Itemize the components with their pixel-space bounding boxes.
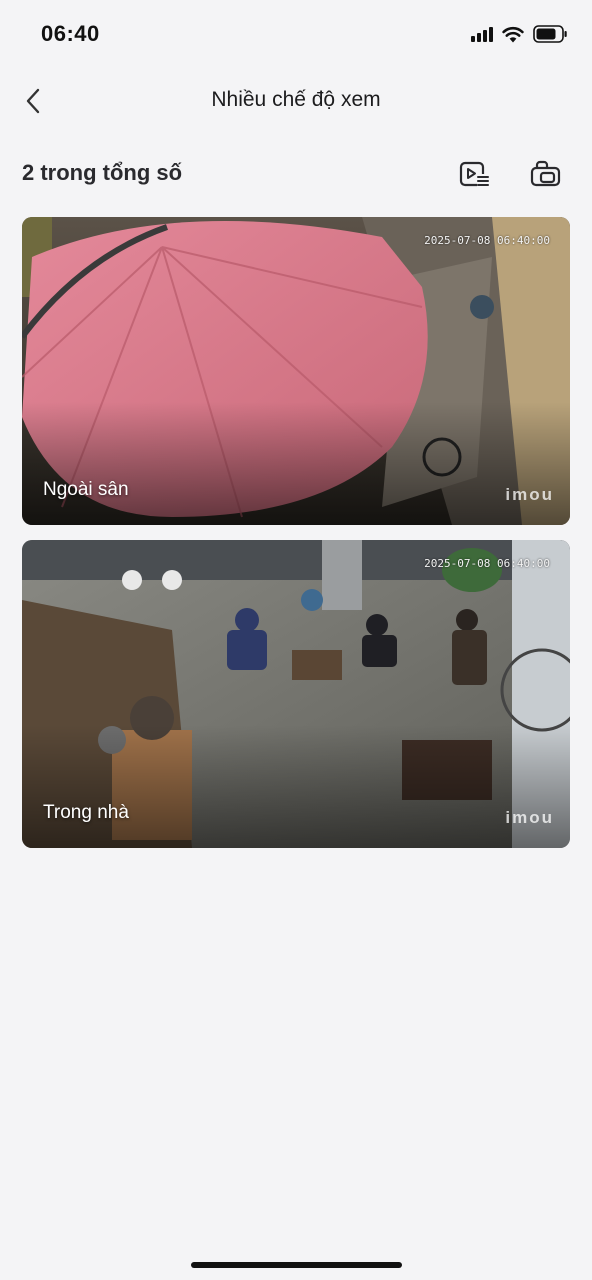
brand-watermark: imou: [505, 485, 554, 504]
camera-name-label: Trong nhà: [43, 802, 129, 823]
camera-card-indoor[interactable]: 2025-07-08 06:40:00 Trong nhà imou: [22, 540, 570, 848]
status-icons: [471, 25, 568, 43]
camera-name-label: Ngoài sân: [43, 479, 129, 500]
nav-bar: Nhiều chế độ xem: [0, 76, 592, 126]
status-bar: 06:40: [0, 0, 592, 70]
camera-card-outdoor[interactable]: 2025-07-08 06:40:00 Ngoài sân imou: [22, 217, 570, 525]
status-time: 06:40: [41, 21, 100, 46]
camera-timestamp: 2025-07-08 06:40:00: [424, 557, 550, 570]
playlist-play-icon: [459, 161, 489, 187]
wifi-icon: [502, 26, 524, 43]
camera-count-label: 2 trong tổng số: [22, 160, 183, 185]
layout-button[interactable]: [527, 156, 563, 192]
cellular-signal-icon: [471, 26, 493, 42]
battery-icon: [533, 25, 568, 43]
playlist-button[interactable]: [456, 156, 492, 192]
multi-view-screen: 06:40 Nhiều chế độ xem 2 trong tổng số 2…: [0, 0, 592, 1280]
page-title: Nhiều chế độ xem: [211, 88, 381, 111]
camera-timestamp: 2025-07-08 06:40:00: [424, 234, 550, 247]
window-layout-icon: [530, 160, 561, 187]
home-indicator[interactable]: [191, 1262, 402, 1268]
brand-watermark: imou: [505, 808, 554, 827]
